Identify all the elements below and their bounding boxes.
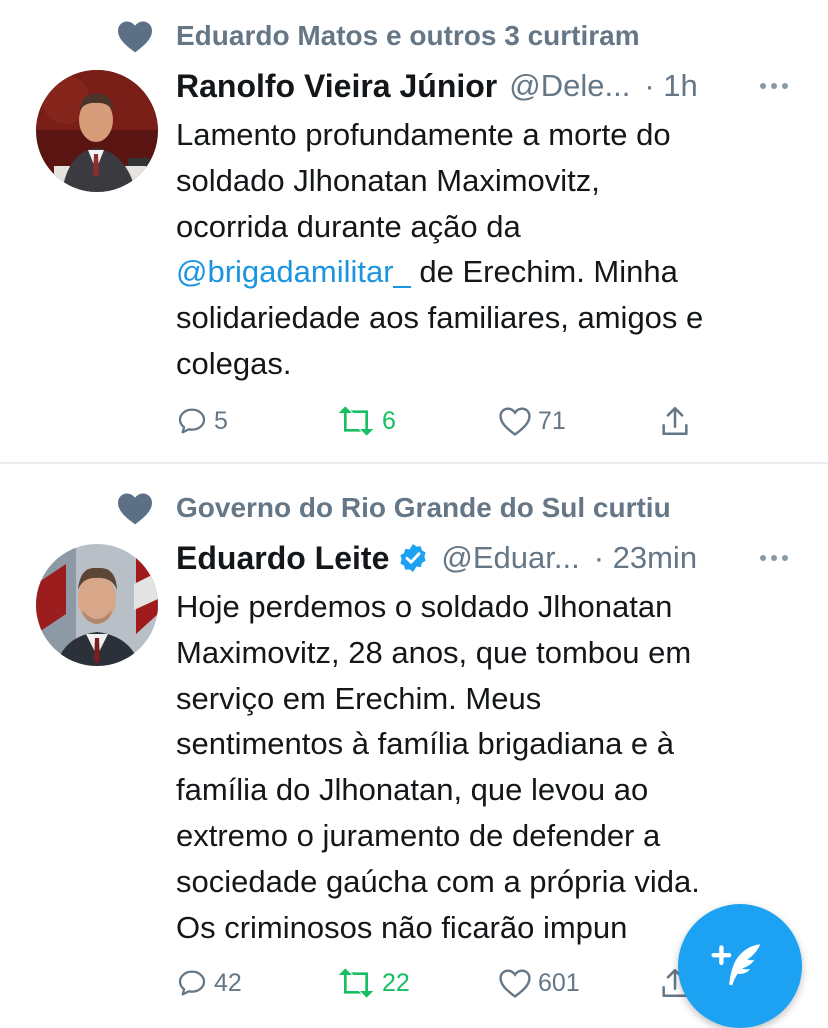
author-handle[interactable]: @Eduar...	[441, 540, 579, 576]
reply-button[interactable]: 5	[176, 398, 228, 444]
reply-button[interactable]: 42	[176, 960, 242, 1006]
tweet-time: · 23min	[593, 540, 698, 575]
avatar[interactable]	[36, 70, 158, 192]
social-context: Governo do Rio Grande do Sul curtiu	[116, 488, 671, 528]
social-context: Eduardo Matos e outros 3 curtiram	[116, 16, 640, 56]
like-count: 601	[538, 968, 580, 997]
like-button[interactable]: 601	[498, 960, 580, 1006]
reply-bubble-icon	[178, 970, 206, 996]
like-count: 71	[538, 406, 566, 435]
reply-bubble-icon	[178, 408, 206, 434]
social-context-text: Eduardo Matos e outros 3 curtiram	[176, 20, 640, 51]
more-dots-icon[interactable]	[758, 536, 790, 580]
compose-tweet-icon	[711, 944, 761, 986]
tweet-actions: 42 22 601	[176, 960, 716, 1006]
retweet-count: 6	[382, 406, 396, 435]
heart-filled-icon	[116, 19, 154, 53]
compose-tweet-button[interactable]	[678, 904, 802, 1028]
tweet-text-part: Hoje perdemos o soldado Jlhonatan Maximo…	[176, 589, 700, 945]
more-dots-icon[interactable]	[758, 64, 790, 108]
retweet-icon	[338, 968, 374, 998]
retweet-icon	[338, 406, 374, 436]
share-icon	[662, 406, 688, 436]
tweet-text-part: Lamento profundamente a morte do soldado…	[176, 117, 671, 244]
avatar[interactable]	[36, 544, 158, 666]
heart-filled-icon	[116, 491, 154, 525]
tweet-text: Hoje perdemos o soldado Jlhonatan Maximo…	[176, 584, 806, 950]
heart-outline-icon	[499, 969, 531, 998]
social-context-text: Governo do Rio Grande do Sul curtiu	[176, 492, 671, 523]
like-button[interactable]: 71	[498, 398, 566, 444]
reply-count: 5	[214, 406, 228, 435]
tweet-1[interactable]: Eduardo Matos e outros 3 curtiram Ranolf…	[0, 0, 828, 462]
tweet-header: Ranolfo Vieira Júnior @Dele... · 1h	[176, 64, 828, 108]
author-name[interactable]: Eduardo Leite	[176, 540, 389, 577]
tweet-header: Eduardo Leite @Eduar... · 23min	[176, 536, 828, 580]
reply-count: 42	[214, 968, 242, 997]
share-button[interactable]	[658, 398, 692, 444]
tweet-actions: 5 6 71	[176, 398, 716, 444]
verified-badge-icon	[397, 542, 429, 574]
tweet-time: · 1h	[644, 68, 698, 103]
retweet-button[interactable]: 22	[336, 960, 410, 1006]
retweet-count: 22	[382, 968, 410, 997]
tweet-text: Lamento profundamente a morte do soldado…	[176, 112, 806, 387]
mention-link[interactable]: @brigadamilitar_	[176, 254, 411, 289]
author-name[interactable]: Ranolfo Vieira Júnior	[176, 68, 497, 105]
heart-outline-icon	[499, 407, 531, 436]
author-handle[interactable]: @Dele...	[509, 68, 630, 104]
retweet-button[interactable]: 6	[336, 398, 396, 444]
